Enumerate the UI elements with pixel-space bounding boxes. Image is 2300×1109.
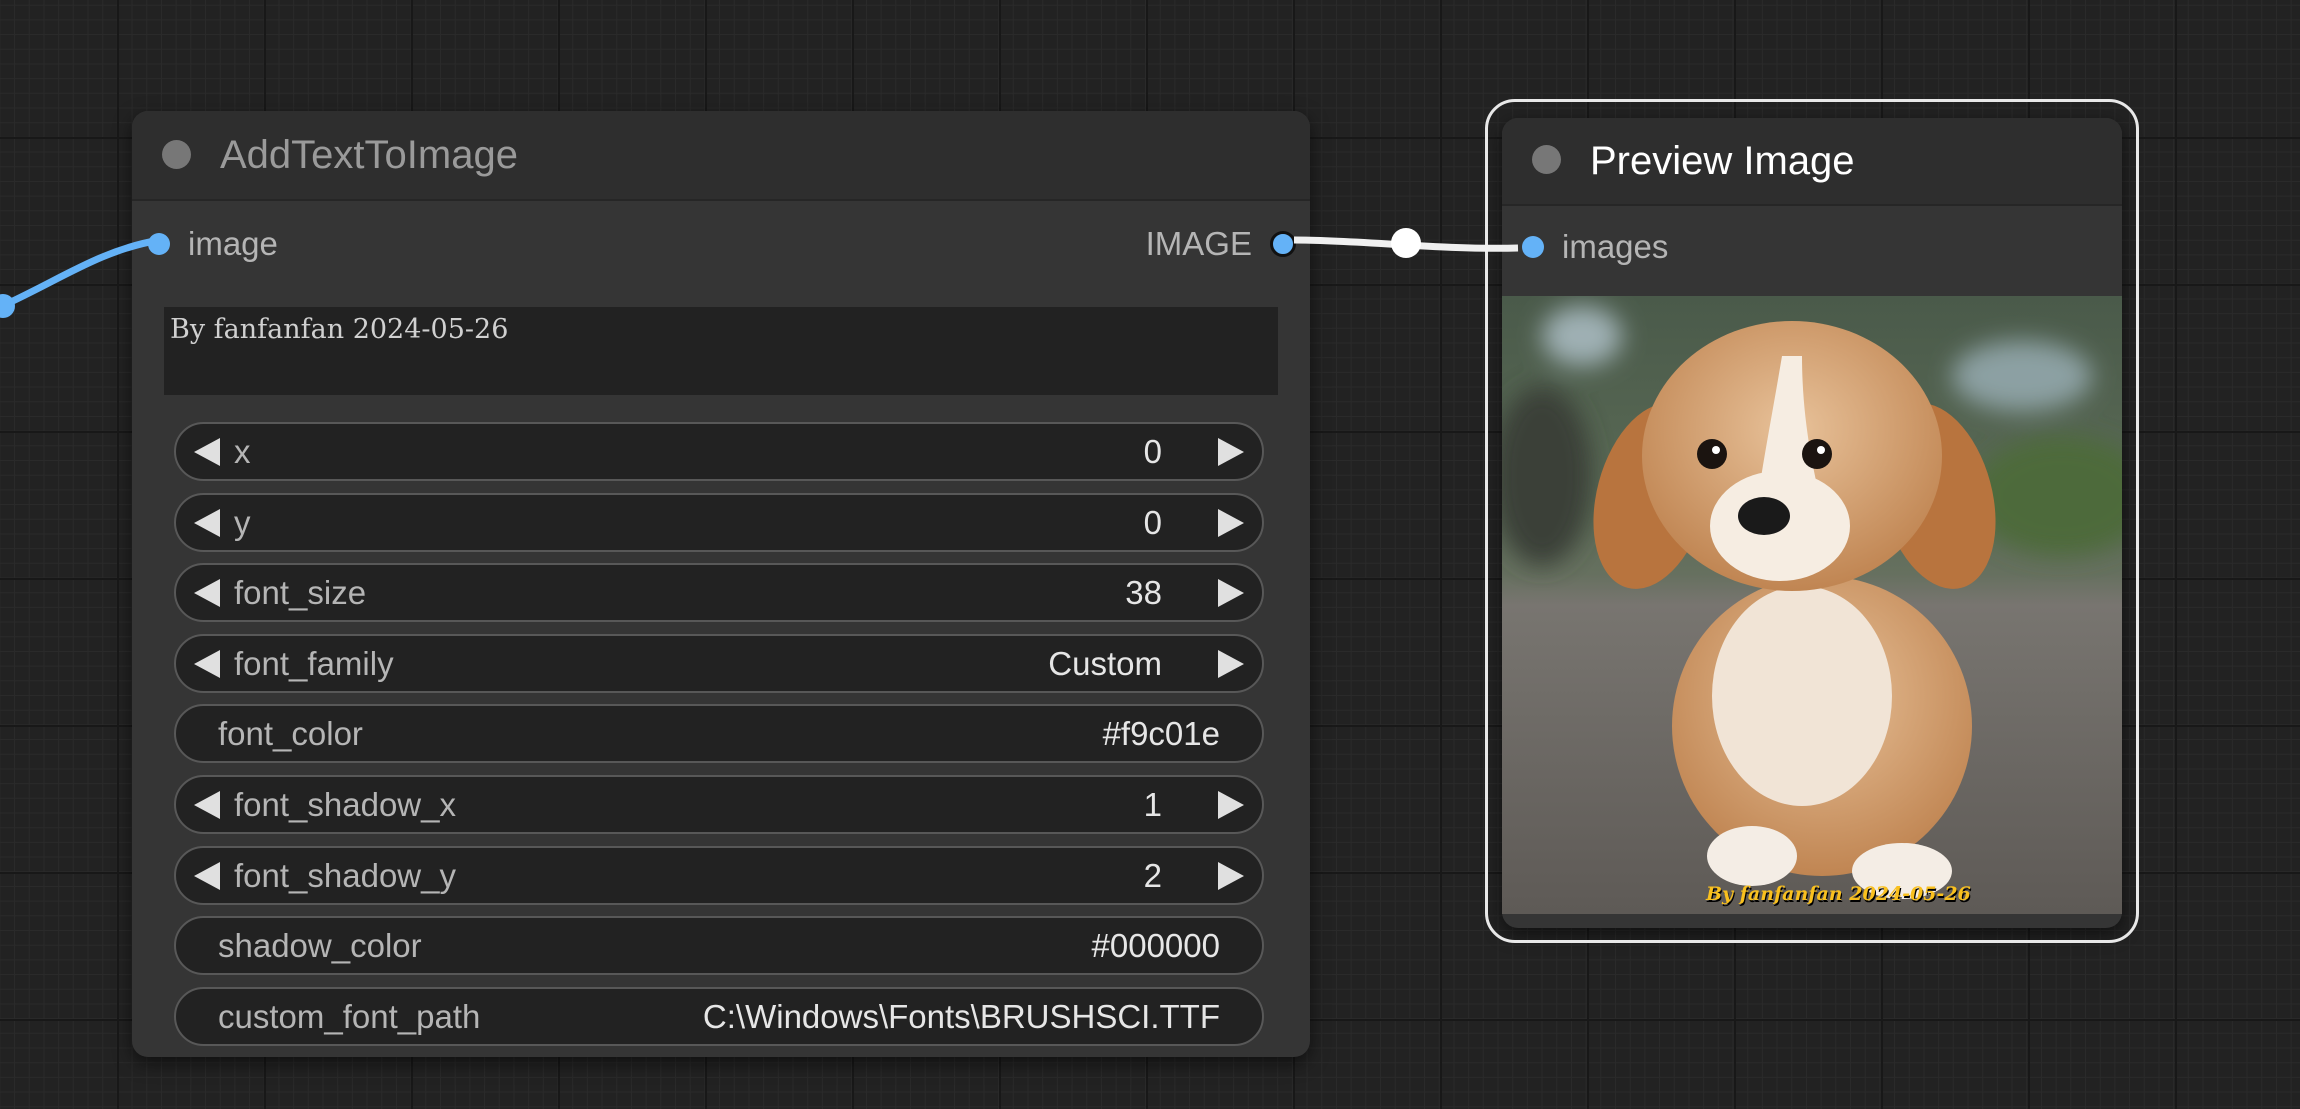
widget-custom-font-path[interactable]: custom_font_path C:\Windows\Fonts\BRUSHSC… bbox=[174, 986, 1264, 1046]
widget-label: x bbox=[234, 433, 251, 470]
increment-arrow-icon[interactable] bbox=[1208, 636, 1248, 691]
widget-label: font_shadow_x bbox=[234, 786, 456, 823]
widget-font-size[interactable]: font_size 38 bbox=[174, 563, 1264, 623]
decrement-arrow-icon[interactable] bbox=[190, 636, 230, 691]
increment-arrow-icon[interactable] bbox=[1208, 495, 1248, 550]
increment-arrow-icon[interactable] bbox=[1208, 565, 1248, 620]
widget-label: shadow_color bbox=[218, 927, 422, 965]
widget-value: 38 bbox=[1125, 574, 1162, 612]
widget-value: 2 bbox=[1143, 856, 1162, 894]
widget-font-color[interactable]: font_color #f9c01e bbox=[174, 704, 1264, 764]
decrement-arrow-icon[interactable] bbox=[190, 495, 230, 550]
widget-y[interactable]: y0 bbox=[174, 492, 1264, 552]
collapse-dot-icon[interactable] bbox=[162, 140, 191, 169]
decrement-arrow-icon[interactable] bbox=[190, 777, 230, 832]
widget-x[interactable]: x0 bbox=[174, 422, 1264, 481]
incoming-link-endpoint bbox=[0, 294, 15, 318]
widget-label: custom_font_path bbox=[218, 997, 481, 1035]
input-slot-label: image bbox=[188, 225, 278, 262]
node-title: AddTextToImage bbox=[220, 133, 518, 177]
widget-value: 0 bbox=[1143, 503, 1162, 541]
widget-label: font_size bbox=[234, 574, 367, 612]
node-title-bar[interactable]: AddTextToImage bbox=[132, 111, 1310, 201]
output-slot-image[interactable]: IMAGE bbox=[996, 219, 1296, 269]
decrement-arrow-icon[interactable] bbox=[190, 565, 230, 620]
widget-shadow-color[interactable]: shadow_color #000000 bbox=[174, 916, 1264, 976]
widget-label: font_color bbox=[218, 715, 363, 753]
widget-font-shadow-x[interactable]: font_shadow_x 1 bbox=[174, 775, 1264, 834]
widget-value: C:\Windows\Fonts\BRUSHSCI.TTF bbox=[702, 997, 1220, 1035]
link-midpoint-handle[interactable] bbox=[1391, 228, 1421, 258]
add-text-to-image-node[interactable]: AddTextToImage image IMAGE By fanfanfan … bbox=[132, 111, 1310, 1057]
increment-arrow-icon[interactable] bbox=[1208, 424, 1248, 479]
output-slot-label: IMAGE bbox=[1145, 225, 1252, 262]
widget-font-shadow-y[interactable]: font_shadow_y 2 bbox=[174, 845, 1264, 905]
widget-font-family[interactable]: font_family Custom bbox=[174, 633, 1264, 693]
output-slot-dot-icon[interactable] bbox=[1270, 231, 1296, 257]
widget-value: 0 bbox=[1143, 433, 1162, 470]
decrement-arrow-icon[interactable] bbox=[190, 848, 230, 903]
widget-label: y bbox=[234, 503, 251, 541]
input-slot-dot-icon[interactable] bbox=[148, 233, 170, 255]
widget-label: font_family bbox=[234, 644, 394, 682]
increment-arrow-icon[interactable] bbox=[1208, 848, 1248, 903]
widget-value: Custom bbox=[1048, 644, 1162, 682]
decrement-arrow-icon[interactable] bbox=[190, 424, 230, 479]
text-input-area[interactable]: By fanfanfan 2024-05-26 bbox=[164, 307, 1278, 395]
widget-value: #f9c01e bbox=[1102, 715, 1220, 753]
widget-value: #000000 bbox=[1091, 927, 1220, 965]
widget-label: font_shadow_y bbox=[234, 856, 456, 894]
increment-arrow-icon[interactable] bbox=[1208, 777, 1248, 832]
widget-value: 1 bbox=[1143, 786, 1162, 823]
preview-node-selection-outline bbox=[1485, 99, 2139, 943]
